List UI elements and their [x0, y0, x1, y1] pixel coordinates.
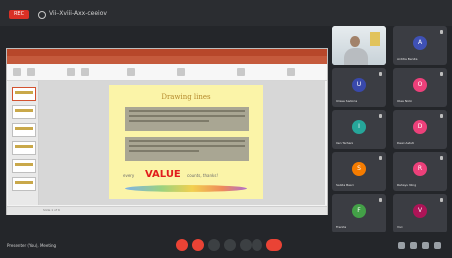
mic-off-icon: [379, 72, 382, 76]
slide-thumbnail: [12, 105, 36, 119]
avatar: I: [352, 120, 366, 134]
participant-name: Rahayu Ning: [397, 183, 417, 187]
bottom-control-bar: Presenter (You), Meeting: [0, 232, 452, 258]
slide-thumbnail: [12, 123, 36, 137]
value-prefix: every: [123, 173, 135, 178]
avatar: V: [413, 204, 427, 218]
participant-name: Dewi Astuti: [397, 141, 415, 145]
participant-name: Olea Nicki: [397, 99, 413, 103]
mic-off-icon: [440, 30, 443, 34]
participant-name: Arditia Benita: [397, 57, 418, 61]
people-icon[interactable]: [410, 242, 417, 249]
slide-thumbnail: [12, 159, 36, 173]
avatar: R: [413, 162, 427, 176]
ribbon-toolbar: [7, 64, 327, 81]
avatar: O: [413, 78, 427, 92]
slide-text-block: [125, 107, 249, 131]
avatar: F: [352, 204, 366, 218]
slide-thumbnail: [12, 177, 36, 191]
shapes-icon: [177, 68, 185, 76]
rainbow-graphic: [125, 185, 247, 192]
participant-tile[interactable]: A Arditia Benita: [393, 26, 447, 65]
slide-thumbnail: [12, 87, 36, 101]
captions-button[interactable]: [208, 239, 220, 251]
mic-off-icon: [440, 114, 443, 118]
participant-name: Salida Basri: [336, 183, 354, 187]
current-slide: Drawing lines every VALUE counts, thanks…: [109, 85, 263, 199]
recording-badge: REC: [9, 10, 29, 19]
top-bar: REC Vii–Xviii-Axx-ceeiov: [0, 0, 452, 26]
info-icon[interactable]: [398, 242, 405, 249]
mic-toggle-button[interactable]: [176, 239, 188, 251]
avatar: S: [352, 162, 366, 176]
self-name: Presenter (You), Meeting: [7, 243, 57, 248]
participant-name: Ulisse Sadoria: [336, 99, 358, 103]
meeting-title: Vii–Xviii-Axx-ceeiov: [49, 10, 107, 17]
avatar: D: [413, 120, 427, 134]
mic-off-icon: [379, 198, 382, 202]
ribbon-tabs: [7, 56, 327, 64]
presenter-head: [350, 36, 360, 47]
mic-off-icon: [440, 198, 443, 202]
present-button[interactable]: [240, 239, 252, 251]
paste-icon: [13, 68, 21, 76]
slide-title: Drawing lines: [161, 93, 211, 101]
participant-tile[interactable]: S Salida Basri: [332, 152, 386, 191]
slide-canvas: Drawing lines every VALUE counts, thanks…: [39, 81, 325, 205]
avatar: U: [352, 78, 366, 92]
end-call-button[interactable]: [266, 239, 282, 251]
new-slide-icon: [27, 68, 35, 76]
info-icon[interactable]: [38, 11, 46, 19]
participant-tile[interactable]: U Ulisse Sadoria: [332, 68, 386, 107]
slide-thumbnails: [8, 81, 39, 205]
status-bar: Slide 1 of 6: [7, 206, 327, 215]
chat-icon[interactable]: [422, 242, 429, 249]
participant-tile[interactable]: D Dewi Astuti: [393, 110, 447, 149]
participant-tile[interactable]: V Vivi: [393, 194, 447, 233]
more-options-button[interactable]: [252, 239, 262, 251]
participant-tile-presenter[interactable]: [332, 26, 386, 65]
mic-off-icon: [379, 156, 382, 160]
font-icon: [67, 68, 75, 76]
find-icon: [287, 68, 295, 76]
paragraph-icon: [127, 68, 135, 76]
raise-hand-button[interactable]: [224, 239, 236, 251]
camera-toggle-button[interactable]: [192, 239, 204, 251]
participant-name: Frenita: [336, 225, 347, 229]
value-line: every VALUE counts, thanks!: [123, 169, 253, 181]
shared-screen: Drawing lines every VALUE counts, thanks…: [6, 48, 328, 215]
participant-tile[interactable]: I Ilen Tarhani: [332, 110, 386, 149]
participant-tile[interactable]: R Rahayu Ning: [393, 152, 447, 191]
mic-off-icon: [379, 114, 382, 118]
bold-icon: [81, 68, 89, 76]
presenter-body: [344, 48, 368, 65]
participant-tile[interactable]: O Olea Nicki: [393, 68, 447, 107]
slide-counter: Slide 1 of 6: [43, 208, 60, 212]
activities-icon[interactable]: [434, 242, 441, 249]
value-suffix: counts, thanks!: [187, 173, 219, 178]
mic-off-icon: [440, 72, 443, 76]
value-word: VALUE: [145, 169, 181, 180]
participant-tile[interactable]: F Frenita: [332, 194, 386, 233]
wall-picture: [370, 32, 380, 46]
arrange-icon: [237, 68, 245, 76]
slide-text-block: [125, 137, 249, 161]
participant-name: Ilen Tarhani: [336, 141, 354, 145]
slide-thumbnail: [12, 141, 36, 155]
participant-name: Vivi: [397, 225, 403, 229]
meeting-window: REC Vii–Xviii-Axx-ceeiov Drawing lines e…: [0, 0, 452, 258]
mic-off-icon: [440, 156, 443, 160]
avatar: A: [413, 36, 427, 50]
powerpoint-title-bar: [7, 49, 327, 56]
